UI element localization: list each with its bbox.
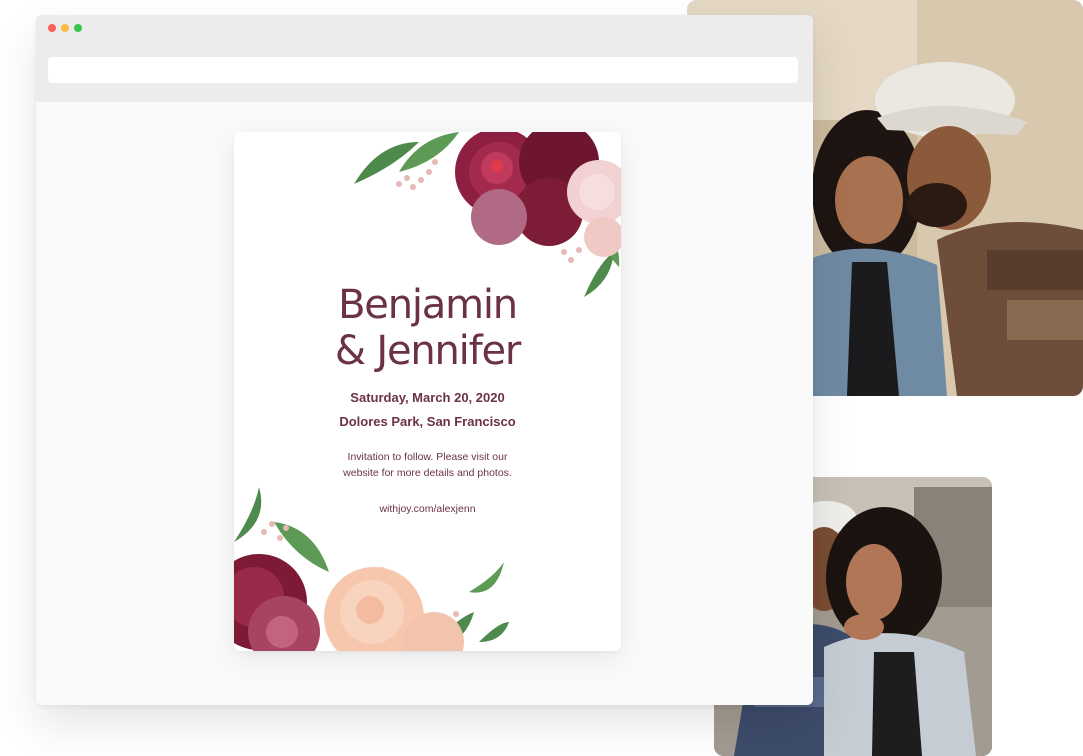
invitation-card: Benjamin & Jennifer Saturday, March 20, … — [234, 132, 621, 651]
address-bar[interactable] — [48, 57, 798, 83]
stage: Benjamin & Jennifer Saturday, March 20, … — [0, 0, 1083, 756]
invitation-note-line-2: website for more details and photos. — [343, 467, 512, 479]
event-date: Saturday, March 20, 2020 — [350, 390, 505, 405]
couple-names: Benjamin & Jennifer — [234, 282, 621, 374]
invitation-note-line-1: Invitation to follow. Please visit our — [347, 451, 508, 463]
event-venue: Dolores Park, San Francisco — [339, 414, 516, 429]
minimize-window-button[interactable] — [61, 24, 69, 32]
browser-toolbar — [36, 15, 813, 102]
browser-window: Benjamin & Jennifer Saturday, March 20, … — [36, 15, 813, 705]
maximize-window-button[interactable] — [74, 24, 82, 32]
close-window-button[interactable] — [48, 24, 56, 32]
invitation-note: Invitation to follow. Please visit our w… — [234, 449, 621, 481]
couple-name-line-1: Benjamin — [338, 282, 518, 328]
couple-name-line-2: & Jennifer — [334, 328, 521, 374]
wedding-website-link[interactable]: withjoy.com/alexjenn — [234, 503, 621, 515]
floral-top-decoration — [354, 132, 621, 297]
